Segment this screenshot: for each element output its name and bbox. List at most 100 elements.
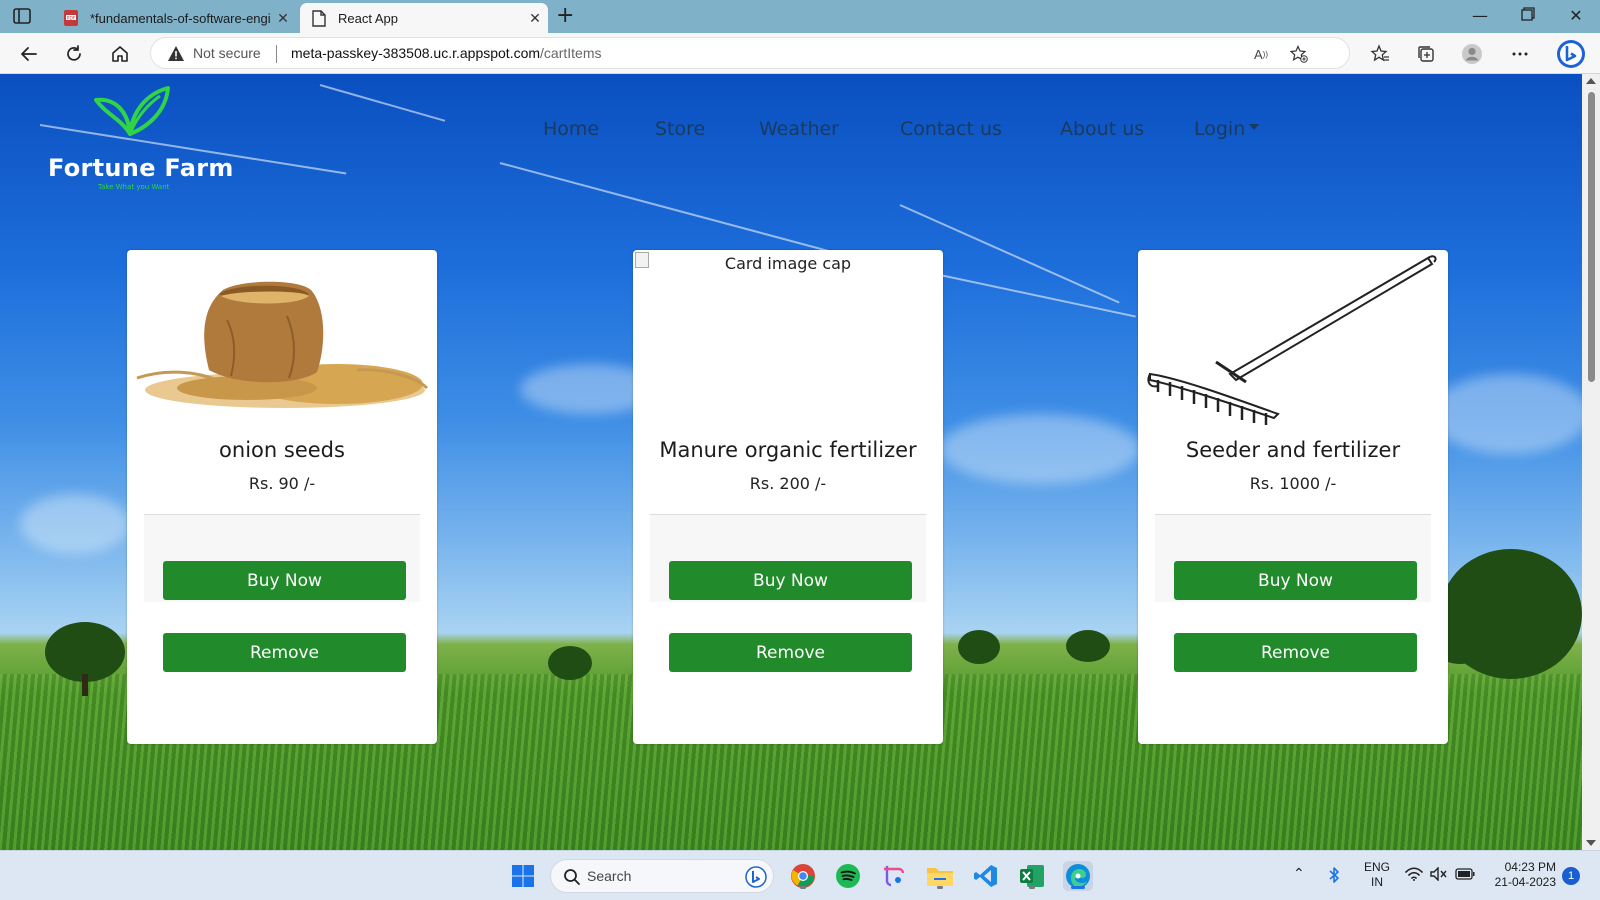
taskbar-search[interactable]: Search [550,859,774,893]
tree-trunk [82,674,88,696]
logo-text: Fortune Farm [48,154,234,182]
running-indicator [800,886,806,889]
tab-close-icon[interactable]: ✕ [270,10,296,27]
leaf-logo-icon [94,86,170,136]
product-name: Manure organic fertilizer [659,438,917,462]
product-name: onion seeds [219,438,345,462]
nav-login-dropdown[interactable]: Login [1194,118,1260,140]
rake-image [1138,250,1448,426]
running-indicator [1071,886,1085,889]
svg-text:PDF: PDF [67,16,76,22]
bluetooth-icon[interactable] [1328,866,1340,888]
image-alt-text: Card image cap [724,254,852,273]
nav-weather[interactable]: Weather [759,118,839,140]
cloud [940,414,1140,484]
scroll-up-icon[interactable] [1586,78,1596,84]
product-price: Rs. 90 /- [248,474,316,493]
tree [1066,630,1110,662]
close-window-icon[interactable]: ✕ [1556,6,1596,25]
snipping-tool-icon[interactable] [879,861,909,891]
cart-item-card: Seeder and fertilizer Rs. 1000 /- Buy No… [1138,250,1448,744]
tab-close-icon[interactable]: ✕ [522,10,548,27]
remove-button[interactable]: Remove [669,633,912,672]
volume-muted-icon[interactable] [1430,866,1448,885]
scroll-down-icon[interactable] [1586,840,1596,846]
remove-button[interactable]: Remove [163,633,406,672]
new-tab-icon[interactable]: + [556,5,574,27]
url-host: meta-passkey-383508.uc.r.appspot.com [291,45,541,61]
restore-icon[interactable] [1508,6,1548,25]
cart-item-card: onion seeds Rs. 90 /- Buy Now Remove [127,250,437,744]
running-indicator [1029,886,1035,889]
cloud [20,494,130,554]
product-name: Seeder and fertilizer [1185,438,1401,462]
page-viewport: Fortune Farm Take What you Want Home Sto… [0,74,1582,850]
page-scrollbar[interactable] [1582,74,1600,850]
warning-icon[interactable] [167,45,185,63]
broken-image: Card image cap [633,250,943,426]
clock-date: 21-04-2023 [1494,875,1556,889]
tab-react-app[interactable]: React App ✕ [300,3,548,33]
sky-streak [499,162,868,263]
url-text[interactable]: meta-passkey-383508.uc.r.appspot.com/car… [291,45,602,61]
minimize-icon[interactable]: — [1460,6,1500,25]
back-arrow-icon[interactable] [17,42,41,66]
pdf-icon: PDF [62,9,80,27]
nav-store[interactable]: Store [655,118,705,140]
file-explorer-icon[interactable] [925,861,955,891]
tab-title: *fundamentals-of-software-engi [90,10,270,26]
site-logo[interactable]: Fortune Farm Take What you Want [48,84,233,191]
tree [958,630,1000,664]
add-favorite-icon[interactable] [1289,44,1309,64]
clock-time: 04:23 PM [1504,860,1556,874]
cloud [1430,374,1582,454]
nav-contact-us[interactable]: Contact us [900,118,1002,140]
read-aloud-label: A [1254,46,1263,62]
product-price: Rs. 1000 /- [1249,474,1337,493]
tree [548,646,592,680]
excel-icon[interactable] [1017,861,1047,891]
product-price: Rs. 200 /- [749,474,827,493]
tree [45,622,125,682]
sky-streak [319,84,446,122]
profile-avatar-icon[interactable] [1460,42,1484,66]
region-code: IN [1371,875,1383,889]
spotify-icon[interactable] [833,861,863,891]
refresh-icon[interactable] [62,42,86,66]
edge-icon[interactable] [1063,861,1093,891]
more-options-icon[interactable] [1508,42,1532,66]
wifi-icon[interactable] [1405,867,1423,885]
logo-tagline: Take What you Want [98,183,170,191]
browser-toolbar: Not secure meta-passkey-383508.uc.r.apps… [0,33,1600,74]
tab-actions-icon[interactable] [12,7,34,25]
address-bar[interactable]: Not secure meta-passkey-383508.uc.r.apps… [150,37,1350,69]
scroll-thumb[interactable] [1588,92,1595,382]
windows-taskbar: Search ⌃ ENG IN 04:23 PM 21-04-2023 1 [0,850,1600,900]
bing-chat-icon[interactable] [1555,38,1587,70]
bing-icon [745,866,767,888]
page-icon [310,9,328,27]
home-icon[interactable] [108,42,132,66]
nav-home[interactable]: Home [543,118,599,140]
windows-start-icon[interactable] [508,861,538,891]
buy-now-button[interactable]: Buy Now [1174,561,1417,600]
search-icon [564,869,580,885]
remove-button[interactable]: Remove [1174,633,1417,672]
chrome-icon[interactable] [788,861,818,891]
chevron-up-icon[interactable]: ⌃ [1293,866,1305,881]
battery-icon[interactable] [1455,868,1475,884]
clock[interactable]: 04:23 PM 21-04-2023 [1486,860,1556,890]
running-indicator [937,886,943,889]
tab-pdf[interactable]: PDF *fundamentals-of-software-engi ✕ [52,3,296,33]
language-code: ENG [1364,860,1391,874]
notification-badge[interactable]: 1 [1562,867,1580,885]
vscode-icon[interactable] [971,861,1001,891]
collections-icon[interactable] [1414,42,1438,66]
buy-now-button[interactable]: Buy Now [669,561,912,600]
nav-about-us[interactable]: About us [1060,118,1144,140]
buy-now-button[interactable]: Buy Now [163,561,406,600]
browser-tab-bar: PDF *fundamentals-of-software-engi ✕ Rea… [0,0,1600,33]
favorites-icon[interactable] [1368,42,1392,66]
language-indicator[interactable]: ENG IN [1364,860,1390,890]
read-aloud-icon[interactable]: A)) [1251,44,1271,64]
